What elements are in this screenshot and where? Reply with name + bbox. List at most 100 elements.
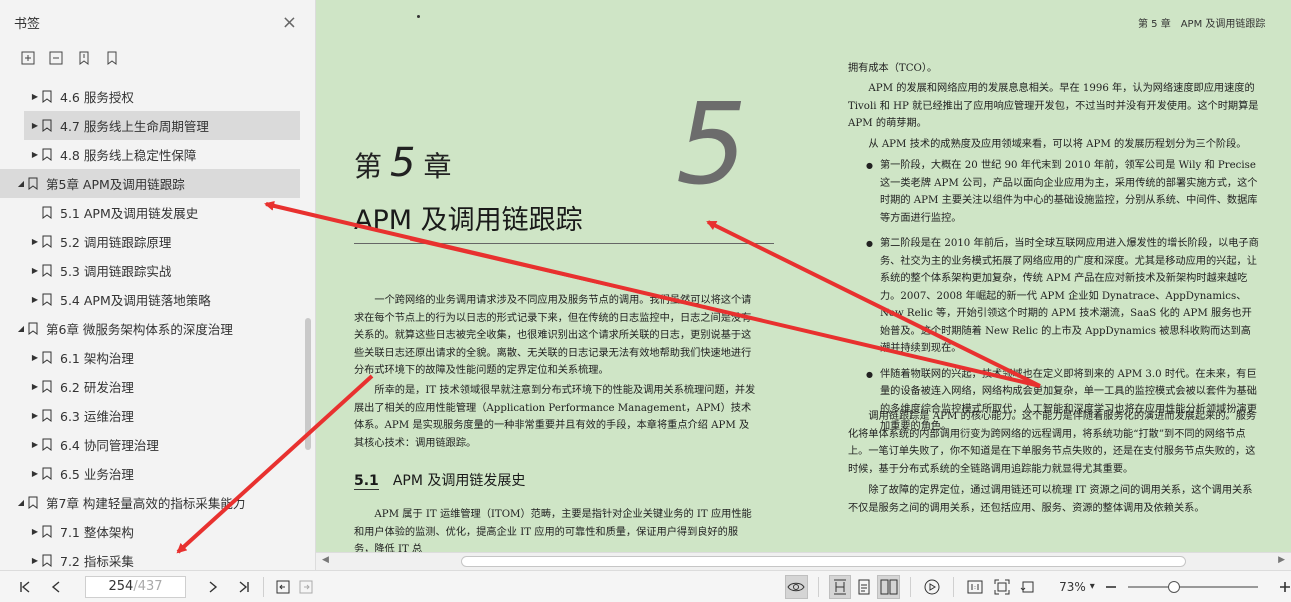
sidebar-item-label: 4.8 服务线上稳定性保障 xyxy=(60,148,197,163)
caret-right-icon[interactable]: ▶ xyxy=(30,556,40,565)
sidebar-item[interactable]: ▶ 6.5 业务治理 xyxy=(0,459,300,488)
zoom-in-icon[interactable] xyxy=(1278,576,1291,598)
scroll-right-icon[interactable]: ▶ xyxy=(1278,555,1285,565)
bookmark-icon xyxy=(26,496,40,510)
caret-right-icon[interactable]: ▶ xyxy=(30,237,40,246)
section-title: APM 及调用链发展史 xyxy=(392,473,526,489)
intro-paragraph-2: 所幸的是，IT 技术领域很早就注意到分布式环境下的性能及调用关系梳理问题，并发展… xyxy=(354,385,756,449)
sidebar-item-label: 5.2 调用链跟踪原理 xyxy=(60,235,172,250)
sidebar-item[interactable]: ▶ 6.2 研发治理 xyxy=(0,372,300,401)
caret-right-icon[interactable]: ▶ xyxy=(30,411,40,420)
sidebar-item[interactable]: ◢ 第5章 APM及调用链跟踪 xyxy=(0,169,300,198)
sidebar-item[interactable]: ▶ 7.1 整体架构 xyxy=(0,517,300,546)
sidebar-item[interactable]: ◢ 第7章 构建轻量高效的指标采集能力 xyxy=(0,488,300,517)
right-paragraph-3: 调用链跟踪是 APM 的核心能力。这个能力是伴随着服务化的演进而发展起来的。服务… xyxy=(848,411,1257,475)
caret-right-icon[interactable]: ▶ xyxy=(30,440,40,449)
zoom-dropdown-icon[interactable]: ▾ xyxy=(1090,576,1095,598)
bookmark-outline-icon[interactable] xyxy=(104,50,120,66)
sidebar-item-label: 4.6 服务授权 xyxy=(60,90,134,105)
add-bookmark-icon[interactable] xyxy=(20,50,36,66)
chapter-label: 第5章 xyxy=(354,140,451,186)
sidebar-item[interactable]: ▶ 5.2 调用链跟踪原理 xyxy=(0,227,300,256)
caret-right-icon[interactable]: ▶ xyxy=(30,527,40,536)
previous-page-icon[interactable] xyxy=(47,576,66,598)
chapter-number: 5 xyxy=(390,140,416,186)
caret-right-icon[interactable]: ▶ xyxy=(30,295,40,304)
bookmark-icon xyxy=(40,119,54,133)
zoom-out-icon[interactable] xyxy=(1105,576,1118,598)
rotate-icon[interactable] xyxy=(1017,575,1039,599)
zoom-level[interactable]: 73% xyxy=(1059,580,1086,594)
last-page-icon[interactable] xyxy=(234,576,253,598)
list-item: 第二阶段是在 2010 年前后，当时全球互联网应用进入爆发性的增长阶段，以电子商… xyxy=(864,235,1260,358)
sidebar-item-label: 6.4 协同管理治理 xyxy=(60,438,159,453)
actual-size-icon[interactable] xyxy=(964,575,986,599)
zoom-slider[interactable] xyxy=(1127,580,1259,593)
sidebar-scrollbar[interactable] xyxy=(305,318,311,450)
remove-bookmark-icon[interactable] xyxy=(48,50,64,66)
current-page: 254 xyxy=(108,578,134,594)
eye-protection-icon[interactable] xyxy=(785,574,808,599)
bookmark-icon xyxy=(40,525,54,539)
list-item: 第一阶段，大概在 20 世纪 90 年代末到 2010 年前，领军公司是 Wil… xyxy=(864,157,1260,227)
right-paragraph-2: 从 APM 技术的成熟度及应用领域来看，可以将 APM 的发展历程划分为三个阶段… xyxy=(868,139,1247,150)
sidebar-item[interactable]: ▶ 5.3 调用链跟踪实战 xyxy=(0,256,300,285)
zoom-slider-knob[interactable] xyxy=(1167,580,1180,593)
caret-right-icon[interactable]: ▶ xyxy=(30,382,40,391)
bookmark-icon xyxy=(40,554,54,568)
caret-down-icon[interactable]: ◢ xyxy=(16,498,26,507)
continuous-page-icon[interactable] xyxy=(853,575,875,599)
sidebar-item[interactable]: ◢ 第6章 微服务架构体系的深度治理 xyxy=(0,314,300,343)
first-page-icon[interactable] xyxy=(16,576,35,598)
sidebar-item[interactable]: ▶ 4.8 服务线上稳定性保障 xyxy=(0,140,300,169)
page-number-input[interactable]: 254/437 xyxy=(85,575,186,598)
sidebar-item[interactable]: ▶ 4.6 服务授权 xyxy=(0,82,300,111)
chapter-suffix: 章 xyxy=(423,150,452,183)
scroll-left-icon[interactable]: ◀ xyxy=(322,555,329,565)
caret-down-icon[interactable]: ◢ xyxy=(16,179,26,188)
close-icon[interactable]: × xyxy=(282,12,297,33)
caret-right-icon[interactable]: ▶ xyxy=(30,266,40,275)
bookmarks-title: 书签 xyxy=(14,16,41,32)
caret-right-icon[interactable]: ▶ xyxy=(30,121,40,130)
caret-right-icon[interactable]: ▶ xyxy=(30,92,40,101)
bookmark-icon xyxy=(40,409,54,423)
sidebar-item[interactable]: ▶ 6.4 协同管理治理 xyxy=(0,430,300,459)
document-page: 第 5 章 APM 及调用链跟踪 5 第5章 APM 及调用链跟踪 一个跨网络的… xyxy=(316,0,1291,552)
fit-page-icon[interactable] xyxy=(990,575,1012,599)
caret-down-icon[interactable]: ◢ xyxy=(16,324,26,333)
sidebar-item[interactable]: ▶ 6.1 架构治理 xyxy=(0,343,300,372)
horizontal-scrollbar[interactable]: ◀ ▶ xyxy=(316,552,1291,570)
bookmark-icon xyxy=(40,206,54,220)
caret-right-icon[interactable]: ▶ xyxy=(30,150,40,159)
bookmark-icon[interactable] xyxy=(76,50,92,66)
divider xyxy=(817,576,819,597)
sidebar-item-label: 6.1 架构治理 xyxy=(60,351,134,366)
page-dot xyxy=(417,15,420,18)
caret-right-icon[interactable]: ▶ xyxy=(30,353,40,362)
running-header: 第 5 章 APM 及调用链跟踪 xyxy=(1138,19,1266,30)
divider xyxy=(909,576,911,597)
next-page-icon[interactable] xyxy=(204,576,223,598)
bookmark-icon xyxy=(40,90,54,104)
sidebar-item[interactable]: ▶ 7.2 指标采集 xyxy=(0,546,300,570)
double-page-icon[interactable] xyxy=(877,574,900,599)
title-divider xyxy=(354,243,774,244)
divider xyxy=(263,576,264,597)
play-icon[interactable] xyxy=(921,575,943,599)
bookmark-icon xyxy=(40,351,54,365)
sidebar-item[interactable]: ▶ 6.3 运维治理 xyxy=(0,401,300,430)
sidebar-item[interactable]: ▶ 5.4 APM及调用链落地策略 xyxy=(0,285,300,314)
back-icon[interactable] xyxy=(274,576,293,598)
forward-icon[interactable] xyxy=(297,576,316,598)
sidebar-item[interactable]: ▶ 4.7 服务线上生命周期管理 xyxy=(24,111,300,140)
sidebar-item-label: 第6章 微服务架构体系的深度治理 xyxy=(46,322,233,337)
single-page-icon[interactable] xyxy=(828,574,852,599)
total-pages: /437 xyxy=(133,578,163,594)
sidebar-item[interactable]: 5.1 APM及调用链发展史 xyxy=(0,198,300,227)
caret-right-icon[interactable]: ▶ xyxy=(30,469,40,478)
bookmark-icon xyxy=(26,177,40,191)
scrollbar-thumb[interactable] xyxy=(461,556,1186,567)
intro-paragraph-1: 一个跨网络的业务调用请求涉及不同应用及服务节点的调用。我们虽然可以将这个请求在每… xyxy=(354,295,752,376)
bookmark-icon xyxy=(40,380,54,394)
